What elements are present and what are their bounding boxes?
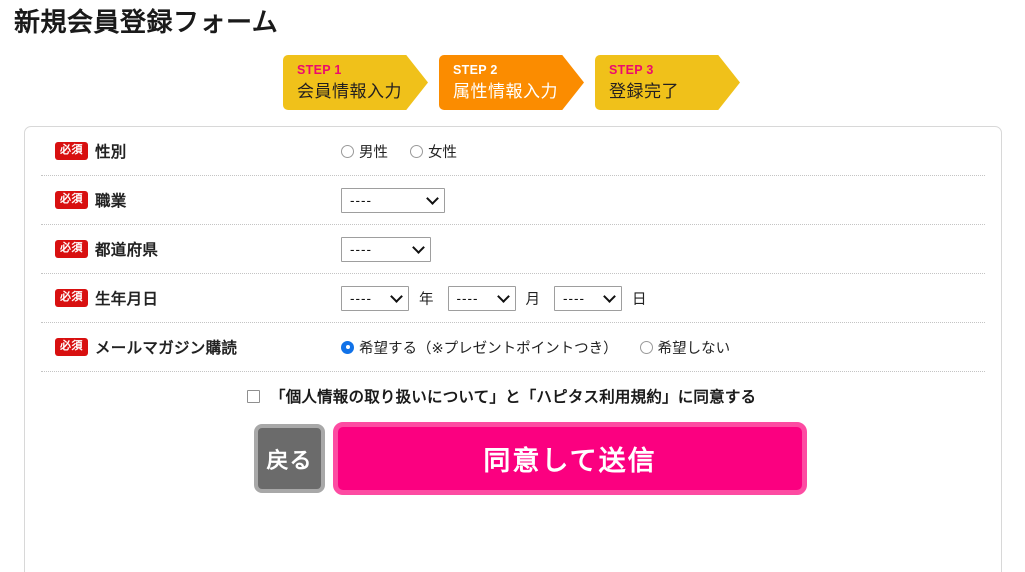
occupation-label-cell: 必須 職業 xyxy=(55,189,341,211)
step-2-active: STEP 2 属性情報入力 xyxy=(439,55,584,110)
chevron-down-icon xyxy=(390,290,403,303)
prefecture-select-value: ---- xyxy=(350,241,372,257)
birth-day-unit: 日 xyxy=(632,291,647,308)
page-title: 新規会員登録フォーム xyxy=(14,7,279,37)
occupation-select[interactable]: ---- xyxy=(341,187,445,213)
required-badge: 必須 xyxy=(55,240,88,258)
form-row-birthday: 必須 生年月日 ---- 年 ---- 月 ---- 日 xyxy=(41,274,985,323)
step-1-label: 会員情報入力 xyxy=(297,82,402,101)
chevron-down-icon xyxy=(412,241,425,254)
step-3-label: 登録完了 xyxy=(609,82,679,101)
required-badge: 必須 xyxy=(55,142,88,160)
chevron-down-icon xyxy=(426,192,439,205)
step-2-label: 属性情報入力 xyxy=(453,82,558,101)
required-badge: 必須 xyxy=(55,191,88,209)
birthday-field: ---- 年 ---- 月 ---- 日 xyxy=(341,285,985,311)
gender-option-female[interactable]: 女性 xyxy=(410,141,457,162)
registration-form-page: 新規会員登録フォーム STEP 1 会員情報入力 STEP 2 属性情報入力 S… xyxy=(0,0,1025,572)
form-row-mailmagazine: 必須 メールマガジン購読 希望する（※プレゼントポイントつき） 希望しない xyxy=(41,323,985,372)
gender-female-label: 女性 xyxy=(428,144,457,161)
form-row-occupation: 必須 職業 ---- xyxy=(41,176,985,225)
radio-male-icon[interactable] xyxy=(341,144,354,158)
step-indicator: STEP 1 会員情報入力 STEP 2 属性情報入力 STEP 3 登録完了 xyxy=(283,55,740,110)
gender-label-cell: 必須 性別 xyxy=(55,140,341,162)
mailmagazine-decline-label: 希望しない xyxy=(657,340,731,357)
mailmagazine-label-cell: 必須 メールマガジン購読 xyxy=(55,336,341,358)
birth-year-select[interactable]: ---- xyxy=(341,285,409,311)
step-1-number: STEP 1 xyxy=(297,63,342,77)
chevron-down-icon xyxy=(496,290,510,303)
prefecture-label: 都道府県 xyxy=(95,242,159,259)
radio-decline-icon[interactable] xyxy=(639,340,653,354)
gender-male-label: 男性 xyxy=(359,144,388,161)
birth-year-value: ---- xyxy=(350,290,372,306)
birth-month-value: ---- xyxy=(456,290,479,306)
form-row-prefecture: 必須 都道府県 ---- xyxy=(41,225,985,274)
submit-button[interactable]: 同意して送信 xyxy=(333,422,807,495)
gender-option-male[interactable]: 男性 xyxy=(341,141,388,162)
prefecture-label-cell: 必須 都道府県 xyxy=(55,238,341,260)
form-panel: 必須 性別 男性 女性 必須 職業 ---- 必須 都道府県 ---- 必須 生… xyxy=(24,126,1002,572)
prefecture-select[interactable]: ---- xyxy=(341,236,431,262)
radio-subscribe-icon[interactable] xyxy=(341,340,354,354)
birth-day-value: ---- xyxy=(563,290,585,306)
prefecture-field: ---- xyxy=(341,236,985,262)
step-3: STEP 3 登録完了 xyxy=(595,55,740,110)
step-1: STEP 1 会員情報入力 xyxy=(283,55,428,110)
consent-label[interactable]: 「個人情報の取り扱いについて」と「ハピタス利用規約」に同意する xyxy=(270,385,756,407)
birth-day-select[interactable]: ---- xyxy=(554,285,622,311)
birthday-label: 生年月日 xyxy=(95,291,159,308)
occupation-field: ---- xyxy=(341,187,985,213)
mailmagazine-subscribe-label: 希望する（※プレゼントポイントつき） xyxy=(359,340,618,357)
gender-field: 男性 女性 xyxy=(341,141,985,162)
mailmagazine-label: メールマガジン購読 xyxy=(95,340,238,357)
button-bar: 戻る 同意して送信 xyxy=(41,422,985,495)
mailmagazine-option-subscribe[interactable]: 希望する（※プレゼントポイントつき） xyxy=(341,337,618,358)
chevron-down-icon xyxy=(603,290,616,303)
mailmagazine-option-decline[interactable]: 希望しない xyxy=(639,337,731,358)
mailmagazine-field: 希望する（※プレゼントポイントつき） 希望しない xyxy=(341,337,985,358)
birth-year-unit: 年 xyxy=(419,291,434,308)
birth-month-unit: 月 xyxy=(525,291,541,308)
consent-checkbox[interactable] xyxy=(247,389,260,403)
step-2-number: STEP 2 xyxy=(453,63,498,77)
birthday-label-cell: 必須 生年月日 xyxy=(55,287,341,309)
back-button[interactable]: 戻る xyxy=(254,424,325,493)
required-badge: 必須 xyxy=(55,338,88,356)
consent-row: 「個人情報の取り扱いについて」と「ハピタス利用規約」に同意する xyxy=(41,372,985,420)
birth-month-select[interactable]: ---- xyxy=(447,285,516,311)
step-3-number: STEP 3 xyxy=(609,63,654,77)
required-badge: 必須 xyxy=(55,289,88,307)
gender-label: 性別 xyxy=(95,144,127,161)
occupation-label: 職業 xyxy=(95,193,127,210)
radio-female-icon[interactable] xyxy=(410,144,423,158)
occupation-select-value: ---- xyxy=(350,192,372,208)
form-row-gender: 必須 性別 男性 女性 xyxy=(41,127,985,176)
